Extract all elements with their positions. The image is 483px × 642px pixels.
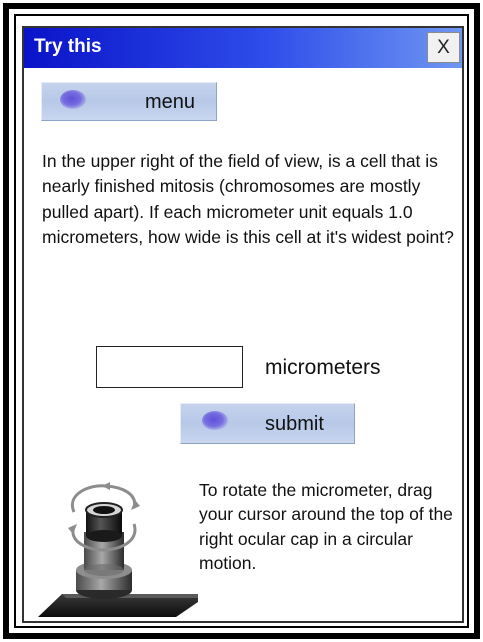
blob-icon: [202, 411, 228, 430]
submit-button-label: submit: [265, 413, 324, 435]
close-button[interactable]: X: [427, 32, 460, 63]
answer-input[interactable]: [96, 346, 243, 388]
blob-icon: [60, 90, 86, 109]
submit-button[interactable]: submit: [180, 403, 355, 444]
question-text: In the upper right of the field of view,…: [42, 151, 454, 247]
title-bar[interactable]: Try this X: [24, 28, 462, 68]
try-this-dialog: Try this X menu In the upper right of th…: [22, 26, 464, 623]
menu-button-label: menu: [145, 91, 196, 113]
unit-label: micrometers: [265, 356, 381, 379]
menu-button[interactable]: menu: [41, 82, 217, 121]
rotate-hint-text: To rotate the micrometer, drag your curs…: [199, 480, 453, 573]
dialog-title: Try this: [34, 36, 102, 57]
ocular-rotate-icon: [38, 482, 198, 617]
